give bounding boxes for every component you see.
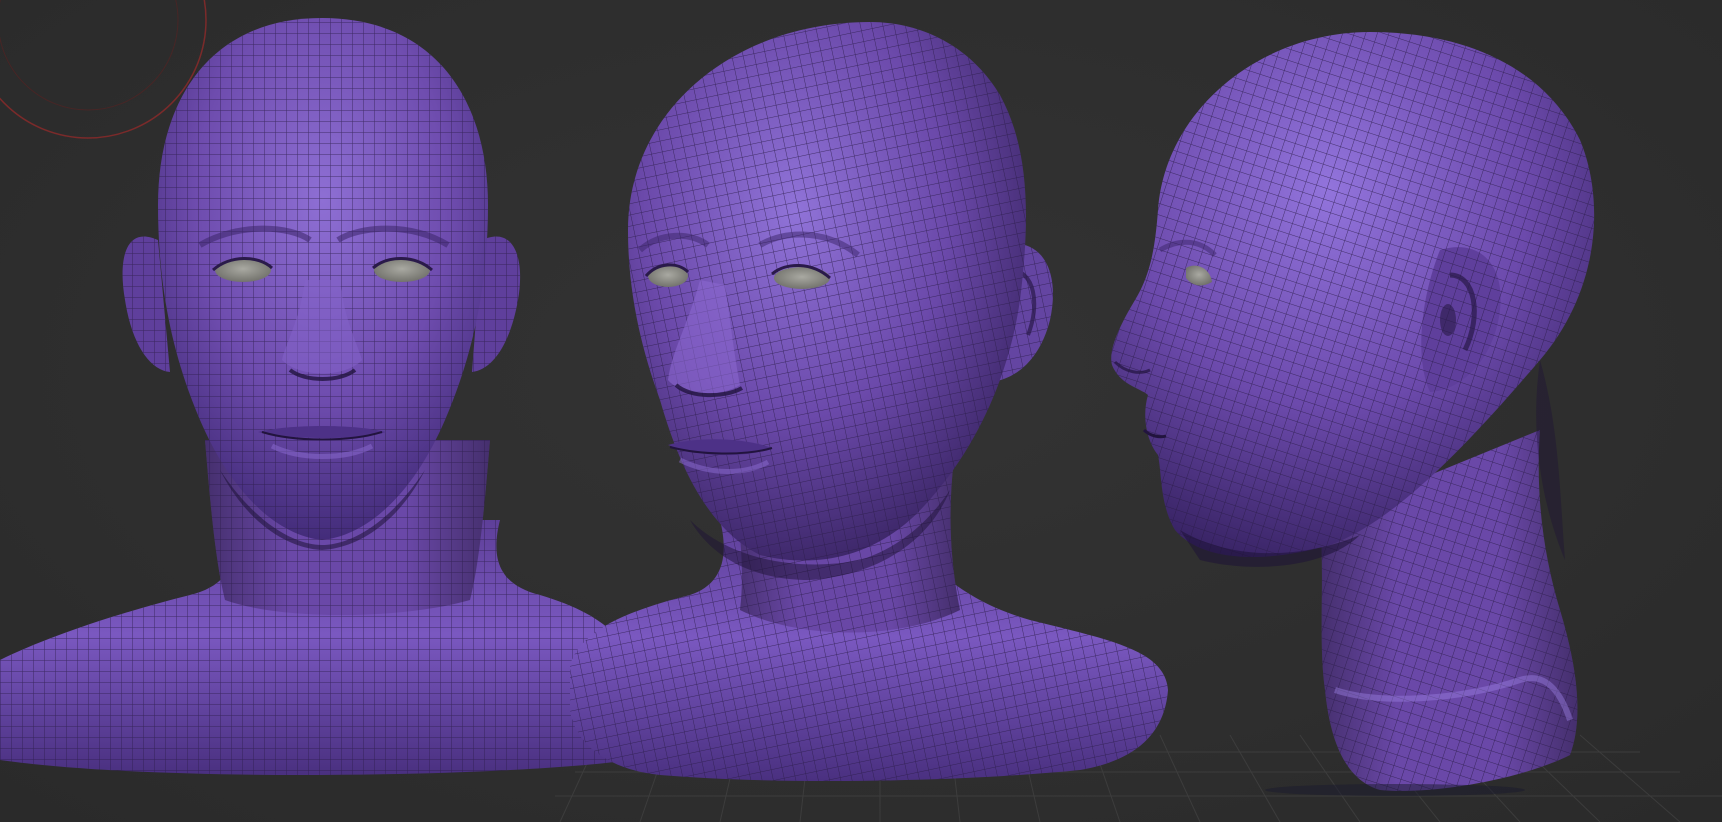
front-view-head[interactable] <box>0 18 630 775</box>
side-view-head[interactable] <box>1111 32 1595 791</box>
three-quarter-view-head[interactable] <box>570 22 1168 782</box>
3d-viewport[interactable] <box>0 0 1722 822</box>
viewport-canvas[interactable] <box>0 0 1722 822</box>
ground-shadow <box>1265 784 1525 796</box>
